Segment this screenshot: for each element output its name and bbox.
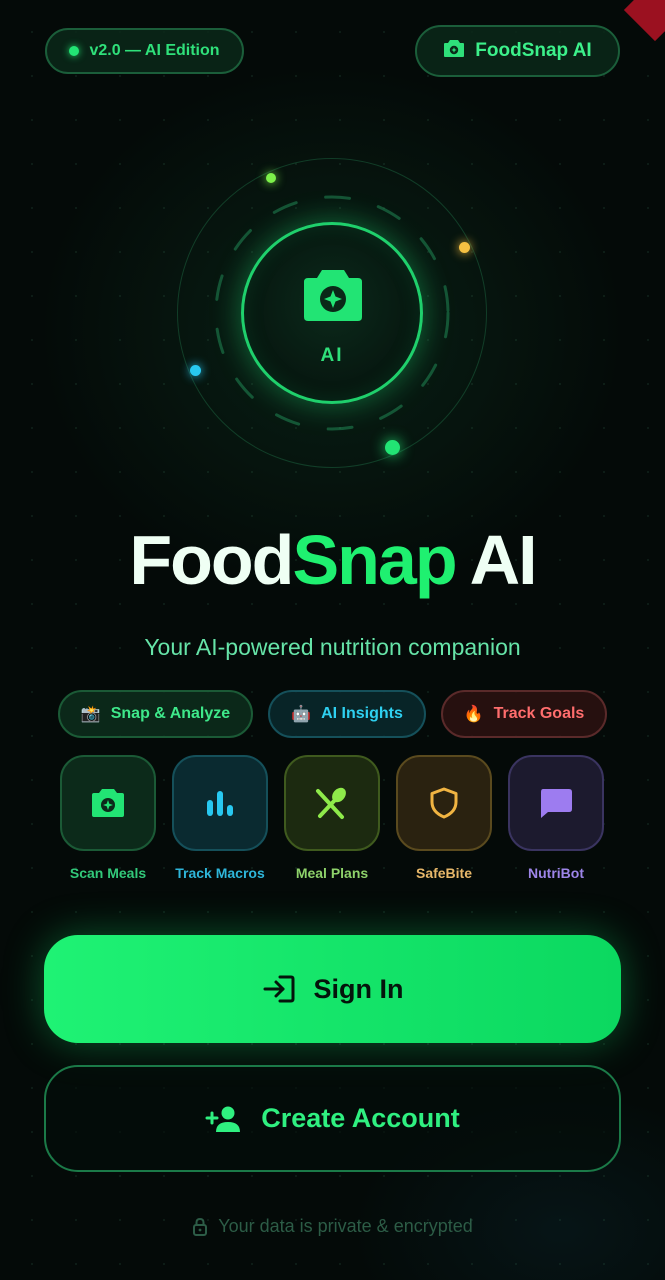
title-part-snap: Snap bbox=[292, 521, 457, 599]
feature-label: Track Macros bbox=[175, 865, 265, 881]
bar-chart-icon bbox=[207, 791, 233, 816]
privacy-note: Your data is private & encrypted bbox=[0, 1216, 665, 1237]
chip-label: Snap & Analyze bbox=[110, 705, 231, 722]
camera-icon bbox=[443, 38, 465, 64]
camera-icon bbox=[304, 270, 362, 321]
utensils-icon bbox=[316, 787, 346, 819]
feature-label: Meal Plans bbox=[295, 865, 369, 881]
status-dot-icon bbox=[69, 46, 80, 56]
feature-safebite[interactable]: SafeBite bbox=[396, 755, 492, 881]
feature-tile[interactable] bbox=[60, 755, 156, 851]
orbit-dot bbox=[190, 365, 201, 376]
feature-tile[interactable] bbox=[396, 755, 492, 851]
orbit-dot bbox=[459, 242, 470, 253]
welcome-screen: v2.0 — AI Edition FoodSnap AI AI FoodSna… bbox=[0, 0, 665, 1280]
brand-badge: FoodSnap AI bbox=[415, 25, 620, 77]
feature-track-macros[interactable]: Track Macros bbox=[172, 755, 268, 881]
camera-icon bbox=[92, 789, 124, 817]
chip-label: Track Goals bbox=[493, 705, 585, 722]
feature-meal-plans[interactable]: Meal Plans bbox=[284, 755, 380, 881]
chat-icon bbox=[541, 789, 572, 818]
sign-in-button[interactable]: Sign In bbox=[44, 935, 621, 1043]
create-account-button[interactable]: Create Account bbox=[44, 1065, 621, 1172]
feature-nutribot[interactable]: NutriBot bbox=[508, 755, 604, 881]
feature-label: SafeBite bbox=[415, 865, 473, 881]
shield-icon bbox=[430, 787, 458, 819]
version-label: v2.0 — AI Edition bbox=[89, 42, 220, 59]
add-user-icon bbox=[205, 1106, 241, 1132]
feature-tile[interactable] bbox=[284, 755, 380, 851]
login-icon bbox=[263, 975, 294, 1003]
version-badge: v2.0 — AI Edition bbox=[45, 28, 244, 74]
camera-flash-icon: 📸 bbox=[80, 706, 101, 723]
sign-in-label: Sign In bbox=[313, 973, 404, 1004]
feature-label: NutriBot bbox=[528, 865, 584, 881]
hero-orbit: AI bbox=[177, 158, 487, 468]
brand-label: FoodSnap AI bbox=[475, 40, 592, 61]
feature-tile[interactable] bbox=[508, 755, 604, 851]
feature-label: Scan Meals bbox=[69, 865, 147, 881]
feature-tile[interactable] bbox=[172, 755, 268, 851]
fire-icon: 🔥 bbox=[463, 706, 484, 723]
core-label: AI bbox=[320, 345, 344, 366]
robot-icon: 🤖 bbox=[291, 706, 312, 723]
chip-ai-insights: 🤖 AI Insights bbox=[268, 690, 426, 738]
tagline: Your AI-powered nutrition companion bbox=[144, 634, 521, 660]
chip-track-goals: 🔥 Track Goals bbox=[441, 690, 607, 738]
feature-scan-meals[interactable]: Scan Meals bbox=[60, 755, 156, 881]
title-part-ai: AI bbox=[469, 521, 538, 599]
chip-label: AI Insights bbox=[321, 705, 403, 722]
privacy-text: Your data is private & encrypted bbox=[218, 1216, 473, 1236]
ai-core: AI bbox=[241, 222, 423, 404]
chip-snap-analyze: 📸 Snap & Analyze bbox=[58, 690, 253, 738]
lock-icon bbox=[193, 1217, 208, 1236]
orbit-dot bbox=[385, 440, 400, 455]
orbit-dot bbox=[266, 173, 276, 183]
create-account-label: Create Account bbox=[261, 1103, 460, 1133]
app-title: FoodSnap AI bbox=[0, 520, 665, 600]
title-part-food: Food bbox=[129, 521, 294, 599]
